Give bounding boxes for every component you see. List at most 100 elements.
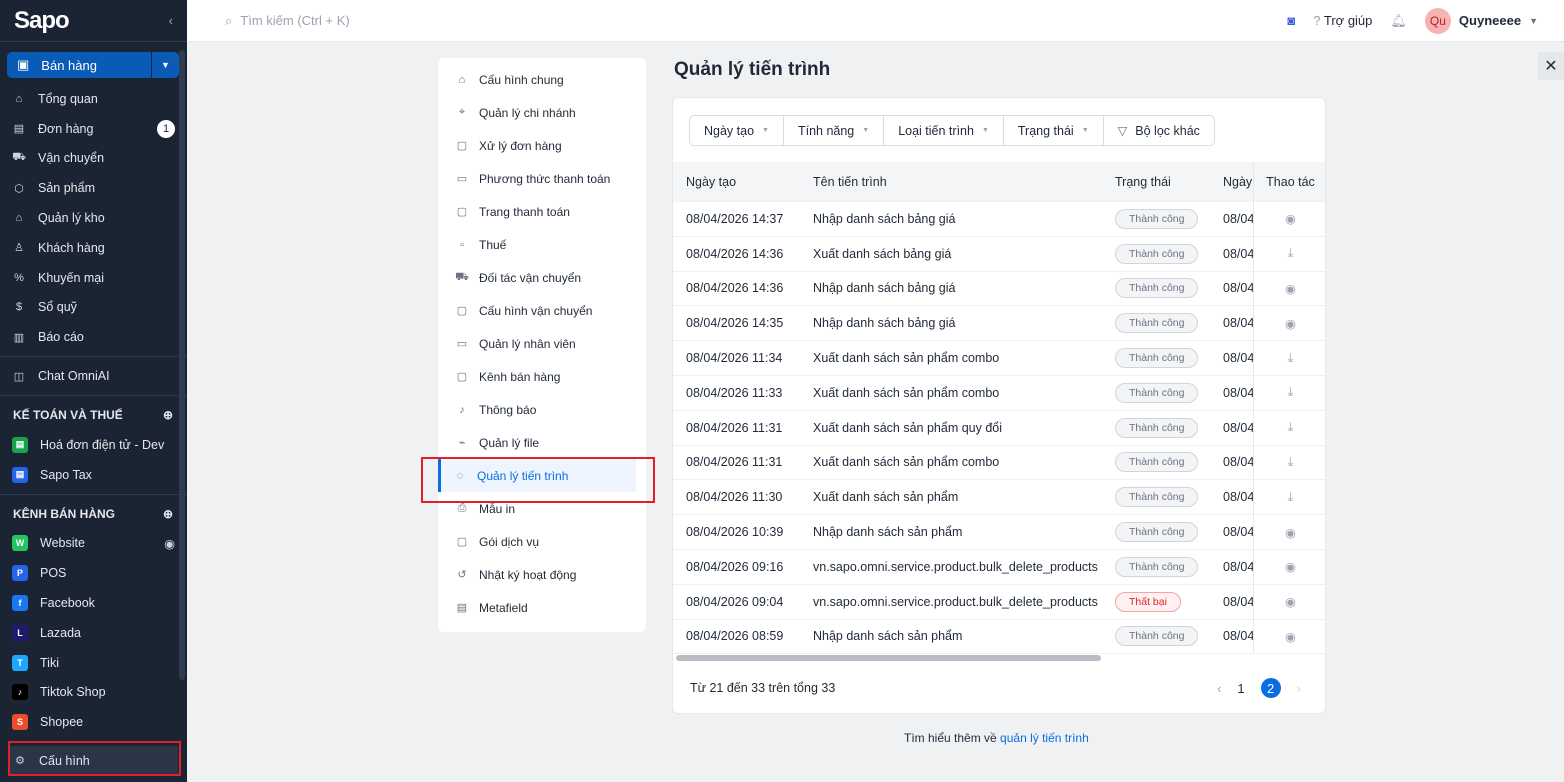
settings-menu-item-quan-ly-file[interactable]: ⌁ Quản lý file [438, 426, 646, 459]
sidebar-item-khuyen-mai[interactable]: % Khuyến mại [0, 263, 187, 293]
created-date: 08/04/2026 14:36 [686, 281, 784, 296]
eye-icon[interactable]: ◉ [1253, 584, 1325, 619]
status-badge: Thành công [1115, 382, 1199, 403]
sidebar-item-quan-ly-kho[interactable]: ⌂ Quản lý kho [0, 203, 187, 233]
settings-menu-item-quan-ly-chi-nhanh[interactable]: ⌖ Quản lý chi nhánh [438, 96, 646, 129]
sidebar-item-tiktok-shop[interactable]: ♪ Tiktok Shop [0, 678, 187, 708]
eye-icon[interactable]: ◉ [1253, 306, 1325, 341]
horizontal-scrollbar[interactable] [676, 655, 1101, 661]
nav-label: Facebook [40, 596, 95, 611]
created-date: 08/04/2026 11:30 [686, 490, 783, 505]
settings-menu-item-cau-hinh-van-chuyen[interactable]: ▢ Cấu hình vận chuyển [438, 294, 646, 327]
sidebar-item-don-hang[interactable]: ▤ Đơn hàng 1 [0, 114, 187, 144]
filter-loai-tien-trinh[interactable]: Loại tiến trình ▼ [884, 116, 1004, 145]
sidebar-item-so-quy[interactable]: $ Sổ quỹ [0, 293, 187, 323]
filter-ngay-tao[interactable]: Ngày tạo ▼ [690, 116, 784, 145]
settings-menu-item-thong-bao[interactable]: ♪ Thông báo [438, 393, 646, 426]
sidebar-item-hoa-don-dien-tu-dev[interactable]: ▤ Hoá đơn điện tử - Dev [0, 430, 187, 460]
download-icon[interactable]: ⤓ [1253, 236, 1325, 271]
sidebar-item-sapo-tax[interactable]: ▤ Sapo Tax [0, 460, 187, 490]
table-header: Ngày tạo Tên tiến trình Trạng thái Ngày Thao… [673, 162, 1325, 202]
settings-menu-item-xu-ly-don-hang[interactable]: ▢ Xử lý đơn hàng [438, 129, 646, 162]
status-badge: Thành công [1115, 556, 1199, 577]
settings-menu-item-nhat-ky-hoat-dong[interactable]: ↺ Nhật ký hoạt động [438, 558, 646, 591]
topbar: ⌕ Tìm kiếm (Ctrl + K) ◙ ? Trợ giúp 🔔︎ Qu Q… [187, 0, 1564, 42]
collapse-sidebar-icon[interactable]: ‹ [169, 13, 173, 28]
menu-label: Trang thanh toán [479, 204, 570, 219]
search-icon: ⌕ [225, 12, 233, 28]
learn-more-link[interactable]: quản lý tiến trình [1000, 731, 1089, 745]
nav-label: Chat OmniAI [38, 369, 110, 384]
settings-menu-item-doi-tac-van-chuyen[interactable]: ⛟ Đối tác vận chuyển [438, 261, 646, 294]
close-icon[interactable]: ✕ [1538, 52, 1564, 80]
settings-menu-item-cau-hinh-chung[interactable]: ⌂ Cấu hình chung [438, 63, 646, 96]
date-cell: 08/04 [1223, 629, 1253, 644]
thong-bao-icon: ♪ [459, 403, 465, 416]
sidebar-scrollbar[interactable] [179, 50, 185, 680]
download-icon[interactable]: ⤓ [1253, 410, 1325, 445]
table-row: 08/04/2026 11:33 Xuất danh sách sản phẩm … [673, 375, 1325, 411]
channel-select[interactable]: ▣ Bán hàng ▼ [7, 52, 179, 78]
sidebar-item-san-pham[interactable]: ⬡ Sản phẩm [0, 173, 187, 203]
filter-tinh-nang[interactable]: Tính năng ▼ [784, 116, 885, 145]
download-icon[interactable]: ⤓ [1253, 375, 1325, 410]
sidebar-item-website[interactable]: W Website ◉ [0, 529, 187, 559]
download-icon[interactable]: ⤓ [1253, 480, 1325, 515]
sidebar-item-lazada[interactable]: L Lazada [0, 618, 187, 648]
settings-menu-item-metafield[interactable]: ▤ Metafield [438, 591, 646, 624]
next-page-icon[interactable]: › [1297, 681, 1301, 696]
sidebar-item-van-chuyen[interactable]: ⛟ Vận chuyển [0, 144, 187, 174]
date-cell: 08/04 [1223, 455, 1253, 470]
sidebar-item-bao-cao[interactable]: ▥ Báo cáo [0, 322, 187, 352]
eye-icon[interactable]: ◉ [1253, 515, 1325, 549]
nav-label: Khuyến mại [38, 270, 105, 285]
process-name: Xuất danh sách sản phẩm combo [813, 351, 1000, 366]
sidebar-item-khach-hang[interactable]: ♙ Khách hàng [0, 233, 187, 263]
eye-icon[interactable]: ◉ [164, 536, 175, 551]
table-row: 08/04/2026 09:04 vn.sapo.omni.service.pro… [673, 584, 1325, 620]
bell-icon[interactable]: 🔔︎ [1390, 13, 1407, 29]
sidebar-item-chat-omniai[interactable]: ◫ Chat OmniAI [0, 361, 187, 391]
settings-menu-item-thue[interactable]: ▫ Thuế [438, 228, 646, 261]
settings-menu-item-kenh-ban-hang[interactable]: ▢ Kênh bán hàng [438, 360, 646, 393]
filter-trang-thai[interactable]: Trạng thái ▼ [1004, 116, 1104, 145]
pos-icon: P [12, 565, 28, 582]
nav-label: Sapo Tax [40, 467, 92, 482]
sidebar-item-facebook[interactable]: f Facebook [0, 588, 187, 618]
page-1[interactable]: 1 [1237, 681, 1244, 696]
download-icon[interactable]: ⤓ [1253, 341, 1325, 375]
highlight-box [8, 741, 181, 776]
prev-page-icon[interactable]: ‹ [1217, 681, 1221, 696]
page-2[interactable]: 2 [1260, 678, 1281, 698]
eye-icon[interactable]: ◉ [1253, 549, 1325, 584]
tiktok-shop-icon: ♪ [12, 684, 28, 701]
sidebar-item-pos[interactable]: P POS [0, 558, 187, 588]
sidebar-item-tong-quan[interactable]: ⌂ Tổng quan [0, 84, 187, 114]
status-badge: Thành công [1115, 417, 1199, 438]
status-badge: Thành công [1115, 522, 1199, 543]
chevron-down-icon[interactable]: ▼ [151, 52, 179, 78]
sapo-logo: Sapo [14, 6, 70, 34]
eye-icon[interactable]: ◉ [1253, 202, 1325, 236]
process-name: vn.sapo.omni.service.product.bulk_delete… [813, 559, 1098, 574]
settings-menu-item-quan-ly-nhan-vien[interactable]: ▭ Quản lý nhân viên [438, 327, 646, 360]
filter-label: Ngày tạo [704, 123, 755, 138]
add-circle-icon[interactable]: ⊕ [163, 507, 173, 521]
settings-menu-item-phuong-thuc-thanh-toan[interactable]: ▭ Phương thức thanh toán [438, 162, 646, 195]
settings-menu-item-trang-thanh-toan[interactable]: ▢ Trang thanh toán [438, 195, 646, 228]
help-button[interactable]: ? Trợ giúp [1313, 13, 1372, 28]
date-cell: 08/04 [1223, 525, 1253, 540]
sidebar-item-tiki[interactable]: T Tiki [0, 648, 187, 678]
ai-bot-icon[interactable]: ◙ [1287, 13, 1295, 28]
add-circle-icon[interactable]: ⊕ [163, 408, 173, 422]
download-icon[interactable]: ⤓ [1253, 445, 1325, 480]
search-input[interactable]: ⌕ Tìm kiếm (Ctrl + K) [225, 13, 1287, 29]
more-filters-button[interactable]: ▽ Bộ lọc khác [1104, 116, 1214, 145]
user-menu[interactable]: Qu Quyneeee ▼ [1424, 7, 1538, 34]
filter-label: Trạng thái [1017, 123, 1074, 138]
eye-icon[interactable]: ◉ [1253, 619, 1325, 654]
settings-menu-item-goi-dich-vu[interactable]: ▢ Gói dịch vụ [438, 525, 646, 558]
eye-icon[interactable]: ◉ [1253, 271, 1325, 306]
truck-icon: ⛟ [12, 151, 26, 164]
sidebar-item-shopee[interactable]: S Shopee [0, 707, 187, 737]
